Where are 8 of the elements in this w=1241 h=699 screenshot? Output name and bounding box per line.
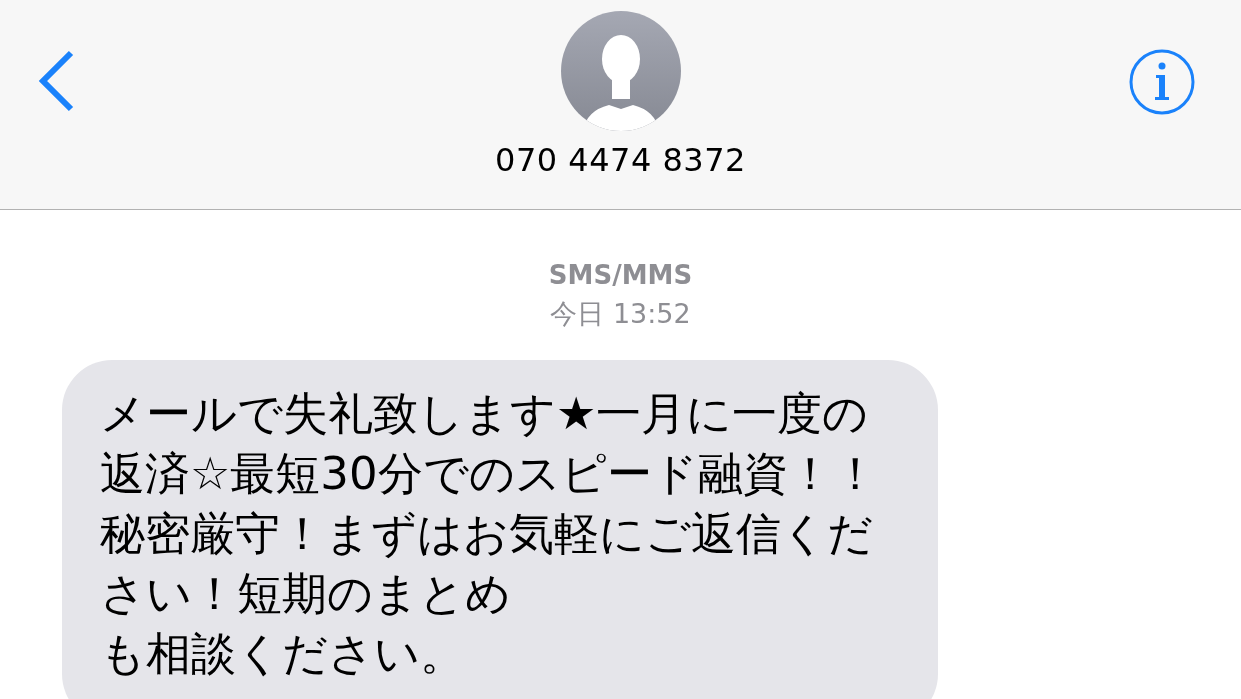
contact-avatar[interactable] <box>560 11 681 131</box>
service-label: SMS/MMS <box>548 260 693 290</box>
message-text: も相談ください。 <box>100 626 466 682</box>
contact-number: 070 4474 8372 <box>495 141 746 179</box>
message-timestamp: 今日 13:52 <box>550 297 691 331</box>
message-text: メールで失礼致します★一月に一度の返済☆最短30分でのスピード融資！！秘密厳守！まずはお気軽にご返信ください！短期のまとめ <box>100 386 879 622</box>
info-button[interactable] <box>1129 49 1195 115</box>
info-icon <box>1129 49 1195 115</box>
